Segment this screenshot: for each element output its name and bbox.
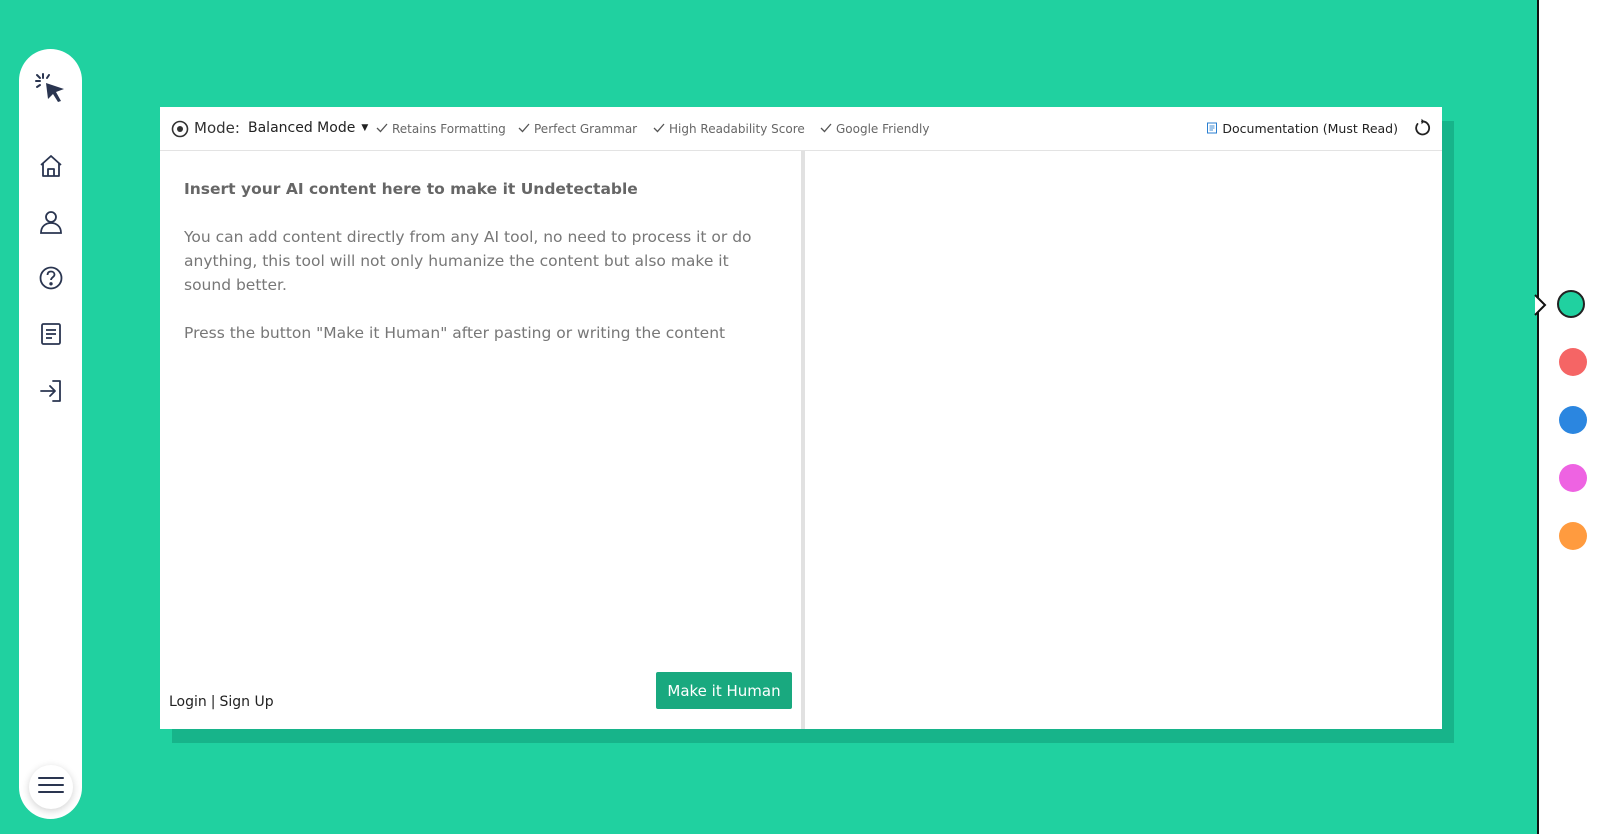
chevron-right-icon — [1534, 294, 1547, 316]
input-pane: Insert your AI content here to make it U… — [160, 151, 801, 729]
menu-button[interactable] — [29, 765, 73, 809]
mode-label: Mode: — [194, 119, 240, 137]
cursor-click-logo[interactable] — [34, 72, 68, 106]
feature-retains-formatting: Retains Formatting — [376, 122, 506, 136]
placeholder-hint: Press the button "Make it Human" after p… — [184, 324, 726, 342]
mode-dropdown[interactable]: Balanced Mode ▼ — [248, 120, 368, 136]
documentation-link[interactable]: Documentation (Must Read) — [1206, 121, 1398, 136]
theme-swatch-red[interactable] — [1559, 348, 1587, 376]
check-icon — [376, 123, 388, 133]
help-icon[interactable] — [38, 265, 64, 291]
mode-value: Balanced Mode — [248, 120, 356, 136]
feature-high-readability: High Readability Score — [653, 122, 805, 136]
placeholder-body: You can add content directly from any AI… — [184, 228, 752, 294]
theme-swatch-orange[interactable] — [1559, 522, 1587, 550]
radio-target-icon — [171, 120, 189, 138]
user-icon[interactable] — [38, 209, 64, 235]
theme-swatch-pink[interactable] — [1559, 464, 1587, 492]
theme-swatch-green[interactable] — [1557, 290, 1585, 318]
document-icon[interactable] — [38, 321, 64, 347]
menu-icon — [38, 776, 64, 798]
doc-icon — [1207, 122, 1218, 134]
feature-perfect-grammar: Perfect Grammar — [518, 122, 637, 136]
input-editor[interactable]: Insert your AI content here to make it U… — [184, 177, 759, 647]
caret-down-icon: ▼ — [361, 123, 369, 133]
placeholder-title: Insert your AI content here to make it U… — [184, 180, 638, 198]
toolbar: Mode: Balanced Mode ▼ Retains Formatting … — [160, 107, 1442, 151]
check-icon — [820, 123, 832, 133]
home-icon[interactable] — [38, 153, 64, 179]
auth-separator: | — [210, 694, 216, 710]
make-it-human-button[interactable]: Make it Human — [656, 672, 792, 709]
login-icon[interactable] — [38, 378, 64, 404]
sidebar — [19, 49, 82, 819]
theme-swatch-blue[interactable] — [1559, 406, 1587, 434]
login-link[interactable]: Login — [169, 694, 207, 710]
auth-links: Login | Sign Up — [169, 694, 274, 710]
check-icon — [518, 123, 530, 133]
signup-link[interactable]: Sign Up — [220, 694, 274, 710]
reset-icon[interactable] — [1412, 118, 1432, 138]
check-icon — [653, 123, 665, 133]
humanizer-card: Mode: Balanced Mode ▼ Retains Formatting … — [160, 107, 1442, 729]
feature-google-friendly: Google Friendly — [820, 122, 929, 136]
output-pane — [805, 151, 1442, 729]
